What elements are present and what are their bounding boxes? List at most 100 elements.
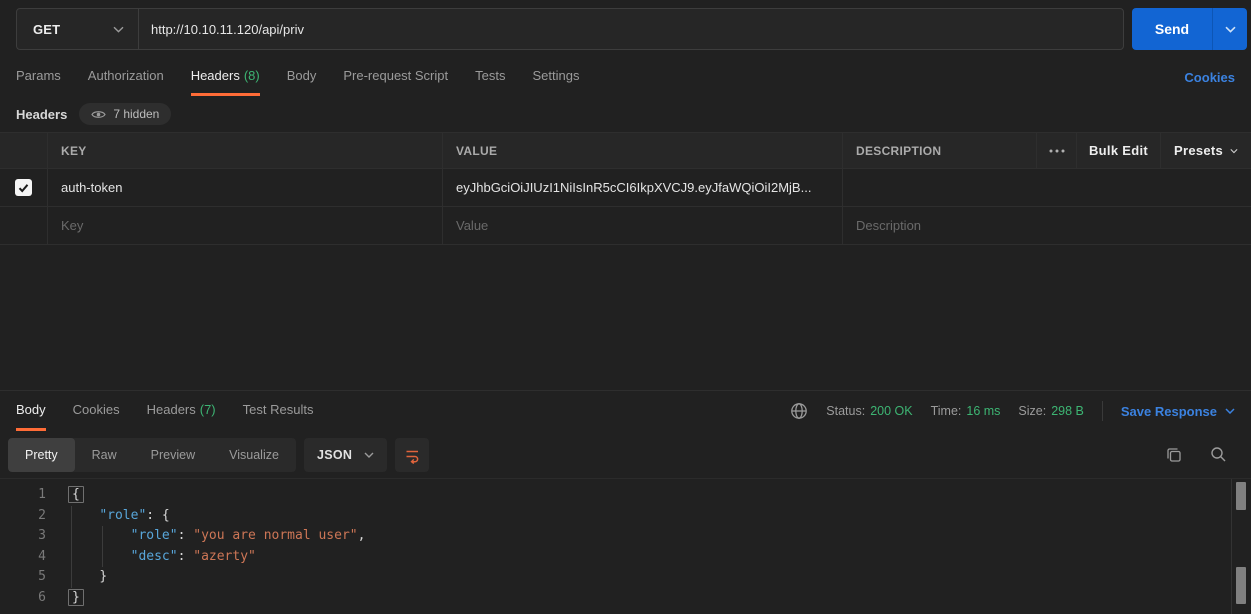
header-key-cell[interactable]: auth-token: [48, 169, 443, 206]
empty-area: [0, 245, 1251, 390]
headers-section-title: Headers: [16, 107, 67, 122]
copy-response-button[interactable]: [1165, 446, 1183, 464]
tab-params[interactable]: Params: [16, 58, 61, 96]
tab-authorization[interactable]: Authorization: [88, 58, 164, 96]
code-line: 6 }: [0, 588, 1251, 609]
search-response-button[interactable]: [1210, 446, 1227, 463]
more-options-icon: [1049, 149, 1065, 153]
code-line: 3 "role": "you are normal user",: [0, 526, 1251, 547]
table-row: auth-token eyJhbGciOiJIUzI1NiIsInR5cCI6I…: [0, 169, 1251, 207]
new-key-input[interactable]: Key: [48, 207, 443, 244]
view-mode-segmented-control: Pretty Raw Preview Visualize: [8, 438, 296, 472]
postman-request-view: GET Send Params Authorization Headers (8…: [0, 0, 1251, 614]
select-all-column: [0, 133, 48, 168]
more-actions-button[interactable]: [1037, 133, 1077, 168]
chevron-down-icon: [1225, 408, 1235, 414]
search-icon: [1210, 446, 1227, 463]
response-tab-headers[interactable]: Headers (7): [147, 391, 216, 431]
line-number: 4: [0, 547, 46, 568]
column-value: VALUE: [443, 133, 843, 168]
headers-label-row: Headers 7 hidden: [0, 96, 1251, 132]
chevron-down-icon: [113, 26, 124, 33]
bulk-edit-button[interactable]: Bulk Edit: [1077, 133, 1161, 168]
cookies-link[interactable]: Cookies: [1184, 58, 1235, 96]
size-indicator: Size: 298 B: [1018, 404, 1083, 418]
code-line: 2 "role": {: [0, 506, 1251, 527]
chevron-down-icon: [1225, 26, 1236, 33]
hidden-headers-toggle[interactable]: 7 hidden: [79, 103, 171, 125]
indent-guide: [102, 526, 103, 567]
tab-body[interactable]: Body: [287, 58, 317, 96]
response-tab-test-results[interactable]: Test Results: [243, 391, 314, 431]
line-number: 3: [0, 526, 46, 547]
vertical-scrollbar[interactable]: [1231, 479, 1251, 614]
format-dropdown[interactable]: JSON: [304, 438, 387, 472]
headers-table-header: KEY VALUE DESCRIPTION Bulk Edit Presets: [0, 133, 1251, 169]
column-key: KEY: [48, 133, 443, 168]
eye-icon: [91, 109, 106, 120]
indent-guide: [71, 506, 72, 588]
header-description-cell[interactable]: [843, 169, 1251, 206]
table-row-empty: Key Value Description: [0, 207, 1251, 244]
row-checkbox[interactable]: [15, 179, 32, 196]
view-mode-preview[interactable]: Preview: [134, 438, 212, 472]
response-body-code[interactable]: 1 { 2 "role": { 3 "role": "you are norma…: [0, 478, 1251, 614]
view-bar-actions: [1165, 446, 1235, 464]
scrollbar-thumb[interactable]: [1236, 482, 1246, 510]
new-description-input[interactable]: Description: [843, 207, 1251, 244]
response-tab-cookies[interactable]: Cookies: [73, 391, 120, 431]
row-checkbox-cell: [0, 207, 48, 244]
view-mode-raw[interactable]: Raw: [75, 438, 134, 472]
text-wrap-icon: [403, 446, 421, 464]
presets-dropdown[interactable]: Presets: [1161, 133, 1251, 168]
send-options-caret[interactable]: [1212, 8, 1247, 50]
line-number: 6: [0, 588, 46, 609]
tab-settings[interactable]: Settings: [532, 58, 579, 96]
view-mode-visualize[interactable]: Visualize: [212, 438, 296, 472]
url-input[interactable]: [139, 9, 1123, 49]
scrollbar-thumb[interactable]: [1236, 567, 1246, 604]
column-description: DESCRIPTION: [843, 133, 1037, 168]
divider: [1102, 401, 1103, 421]
code-line: 5 }: [0, 567, 1251, 588]
tab-pre-request-script[interactable]: Pre-request Script: [343, 58, 448, 96]
code-line: 4 "desc": "azerty": [0, 547, 1251, 568]
response-meta: Status: 200 OK Time: 16 ms Size: 298 B S…: [790, 391, 1235, 431]
chevron-down-icon: [1230, 148, 1238, 154]
new-value-input[interactable]: Value: [443, 207, 843, 244]
checkmark-icon: [18, 183, 29, 193]
response-section: Body Cookies Headers (7) Test Results St…: [0, 390, 1251, 614]
chevron-down-icon: [364, 452, 374, 458]
send-button[interactable]: Send: [1132, 8, 1247, 50]
view-mode-pretty[interactable]: Pretty: [8, 438, 75, 472]
url-control: GET: [16, 8, 1124, 50]
headers-table: KEY VALUE DESCRIPTION Bulk Edit Presets …: [0, 132, 1251, 245]
method-label: GET: [33, 22, 60, 37]
request-bar: GET Send: [0, 0, 1251, 58]
copy-icon: [1165, 446, 1183, 464]
send-button-label[interactable]: Send: [1132, 8, 1212, 50]
wrap-text-button[interactable]: [395, 438, 429, 472]
status-badge: 200 OK: [870, 404, 912, 418]
tab-headers[interactable]: Headers (8): [191, 58, 260, 96]
time-indicator: Time: 16 ms: [931, 404, 1001, 418]
tab-tests[interactable]: Tests: [475, 58, 505, 96]
status-indicator: Status: 200 OK: [826, 404, 912, 418]
fold-marker[interactable]: {: [68, 486, 84, 503]
response-headers-count: (7): [200, 402, 216, 417]
code-line: 1 {: [0, 485, 1251, 506]
row-checkbox-cell: [0, 169, 48, 206]
response-tab-body[interactable]: Body: [16, 391, 46, 431]
fold-marker[interactable]: }: [68, 589, 84, 606]
header-value-cell[interactable]: eyJhbGciOiJIUzI1NiIsInR5cCI6IkpXVCJ9.eyJ…: [443, 169, 843, 206]
hidden-headers-label: 7 hidden: [113, 107, 159, 121]
globe-icon: [790, 402, 808, 420]
line-number: 1: [0, 485, 46, 506]
save-response-dropdown[interactable]: Save Response: [1121, 404, 1235, 419]
request-tabs: Params Authorization Headers (8) Body Pr…: [0, 58, 1251, 96]
method-dropdown[interactable]: GET: [17, 9, 139, 49]
headers-count-badge: (8): [244, 68, 260, 83]
response-tabs: Body Cookies Headers (7) Test Results St…: [0, 391, 1251, 431]
line-number: 2: [0, 506, 46, 527]
response-view-bar: Pretty Raw Preview Visualize JSON: [0, 431, 1251, 478]
